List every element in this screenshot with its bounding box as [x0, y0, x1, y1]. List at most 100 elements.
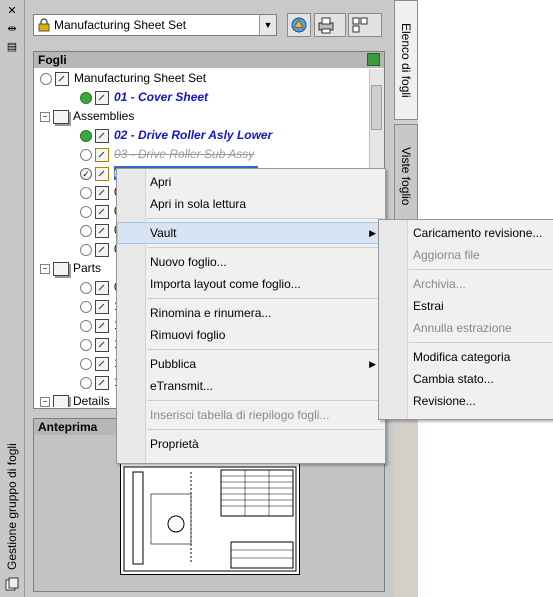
menu-item[interactable]: Modifica categoria: [379, 346, 553, 368]
menu-item-label: Apri: [150, 175, 172, 189]
menu-item[interactable]: Caricamento revisione...: [379, 222, 553, 244]
menu-item-label: Vault: [150, 226, 177, 240]
sheet-icon: [95, 166, 109, 181]
menu-item-label: Annulla estrazione: [413, 321, 512, 335]
menu-item[interactable]: Proprietà: [117, 433, 385, 455]
menu-item-label: Nuovo foglio...: [150, 255, 227, 269]
collapse-icon[interactable]: −: [40, 111, 50, 122]
tree-root[interactable]: Manufacturing Sheet Set: [40, 69, 206, 87]
close-icon[interactable]: ✕: [4, 4, 20, 18]
menu-item-label: Modifica categoria: [413, 350, 511, 364]
menu-item-label: Caricamento revisione...: [413, 226, 543, 240]
collapse-icon[interactable]: −: [40, 396, 50, 407]
tree-sheet[interactable]: 01 - Cover Sheet: [80, 88, 208, 106]
scrollbar-thumb[interactable]: [371, 85, 382, 130]
menu-item[interactable]: Rimuovi foglio: [117, 324, 385, 346]
status-radio-icon: [80, 205, 92, 218]
sheetset-selector[interactable]: Manufacturing Sheet Set ▼: [33, 14, 277, 36]
subset-icon: [53, 261, 69, 276]
refresh-icon[interactable]: [367, 53, 380, 66]
menu-item-label: Rimuovi foglio: [150, 328, 226, 342]
tree-node-label: Manufacturing Sheet Set: [74, 71, 207, 85]
sheetset-icon: [55, 71, 69, 86]
sheet-icon: [95, 147, 109, 162]
tree-group[interactable]: − Details: [40, 392, 110, 407]
tab-viste-label: Viste foglio: [399, 147, 413, 206]
printer-icon: [318, 17, 334, 34]
tree-node-label: Details: [73, 394, 110, 407]
menu-item[interactable]: eTransmit...: [117, 375, 385, 397]
tab-elenco-label: Elenco di fogli: [399, 22, 413, 98]
status-radio-icon: [80, 243, 92, 256]
menu-item[interactable]: Nuovo foglio...: [117, 251, 385, 273]
menu-separator: [147, 247, 383, 248]
status-radio-icon: [80, 300, 92, 313]
menu-separator: [409, 269, 552, 270]
sheet-icon: [95, 242, 109, 257]
status-radio-icon: [80, 357, 92, 370]
sheet-set-manager-icon: [5, 577, 19, 591]
sheet-selection-button[interactable]: [348, 13, 382, 37]
sheet-icon: [95, 375, 109, 390]
collapse-icon[interactable]: −: [40, 263, 50, 274]
publish-button[interactable]: [314, 13, 346, 37]
view-options-button[interactable]: [287, 13, 311, 37]
tree-sheet[interactable]: 03 - Drive Roller Sub Assy: [80, 145, 254, 163]
menu-item-label: Revisione...: [413, 394, 476, 408]
menu-item[interactable]: Estrai: [379, 295, 553, 317]
status-radio-icon: [80, 319, 92, 332]
status-radio-icon: [80, 376, 92, 389]
tree-sheet[interactable]: 1: [80, 297, 121, 315]
tree-sheet[interactable]: 0: [80, 202, 121, 220]
tree-sheet[interactable]: 0: [80, 221, 121, 239]
autohide-icon[interactable]: ⇹: [4, 22, 20, 36]
menu-item[interactable]: Cambia stato...: [379, 368, 553, 390]
menu-item[interactable]: Apri: [117, 171, 385, 193]
menu-separator: [147, 218, 383, 219]
sheet-icon: [95, 223, 109, 238]
tree-sheet[interactable]: 02 - Drive Roller Asly Lower: [80, 126, 272, 144]
vault-submenu: Caricamento revisione... Aggiorna file Arc…: [378, 219, 553, 420]
tree-node-label: 03 - Drive Roller Sub Assy: [114, 147, 255, 161]
sheet-icon: [95, 337, 109, 352]
menu-item[interactable]: Importa layout come foglio...: [117, 273, 385, 295]
menu-separator: [147, 429, 383, 430]
sheet-icon: [95, 299, 109, 314]
sheet-icon: [95, 204, 109, 219]
sheet-icon: [95, 90, 109, 105]
menu-separator: [409, 342, 552, 343]
tree-sheet[interactable]: 1: [80, 335, 121, 353]
menu-item-label: Inserisci tabella di riepilogo fogli...: [150, 408, 330, 422]
tree-node-label: Assemblies: [73, 109, 135, 123]
menu-item-label: eTransmit...: [150, 379, 213, 393]
tab-elenco-fogli[interactable]: Elenco di fogli: [394, 0, 418, 120]
menu-item: Aggiorna file: [379, 244, 553, 266]
tree-node-label: 01 - Cover Sheet: [114, 90, 209, 104]
tree-group[interactable]: − Parts: [40, 259, 101, 277]
tree-sheet[interactable]: 0: [80, 278, 121, 296]
tree-sheet[interactable]: 1: [80, 373, 121, 391]
sheet-preview-image: [120, 463, 300, 575]
tree-sheet[interactable]: 0: [80, 240, 121, 258]
menu-separator: [147, 349, 383, 350]
sheet-icon: [95, 318, 109, 333]
menu-item[interactable]: Apri in sola lettura: [117, 193, 385, 215]
menu-item-label: Aggiorna file: [413, 248, 480, 262]
tree-sheet[interactable]: 1: [80, 316, 121, 334]
tree-sheet[interactable]: 1: [80, 354, 121, 372]
tab-viste-foglio[interactable]: Viste foglio: [394, 124, 418, 229]
tree-sheet[interactable]: 0: [80, 183, 121, 201]
status-radio-icon: [80, 281, 92, 294]
menu-item[interactable]: Rinomina e rinumera...: [117, 302, 385, 324]
globe-icon: [291, 17, 307, 33]
properties-menu-icon[interactable]: ▤: [4, 40, 20, 54]
menu-item[interactable]: Revisione...: [379, 390, 553, 412]
menu-item-label: Estrai: [413, 299, 444, 313]
menu-item-label: Pubblica: [150, 357, 197, 371]
tree-group[interactable]: − Assemblies: [40, 107, 134, 125]
menu-item-label: Proprietà: [150, 437, 199, 451]
chevron-down-icon[interactable]: ▼: [259, 15, 276, 35]
menu-item[interactable]: Pubblica ▶: [117, 353, 385, 375]
status-ok-icon: [80, 129, 92, 142]
menu-item[interactable]: Vault ▶: [117, 222, 385, 244]
